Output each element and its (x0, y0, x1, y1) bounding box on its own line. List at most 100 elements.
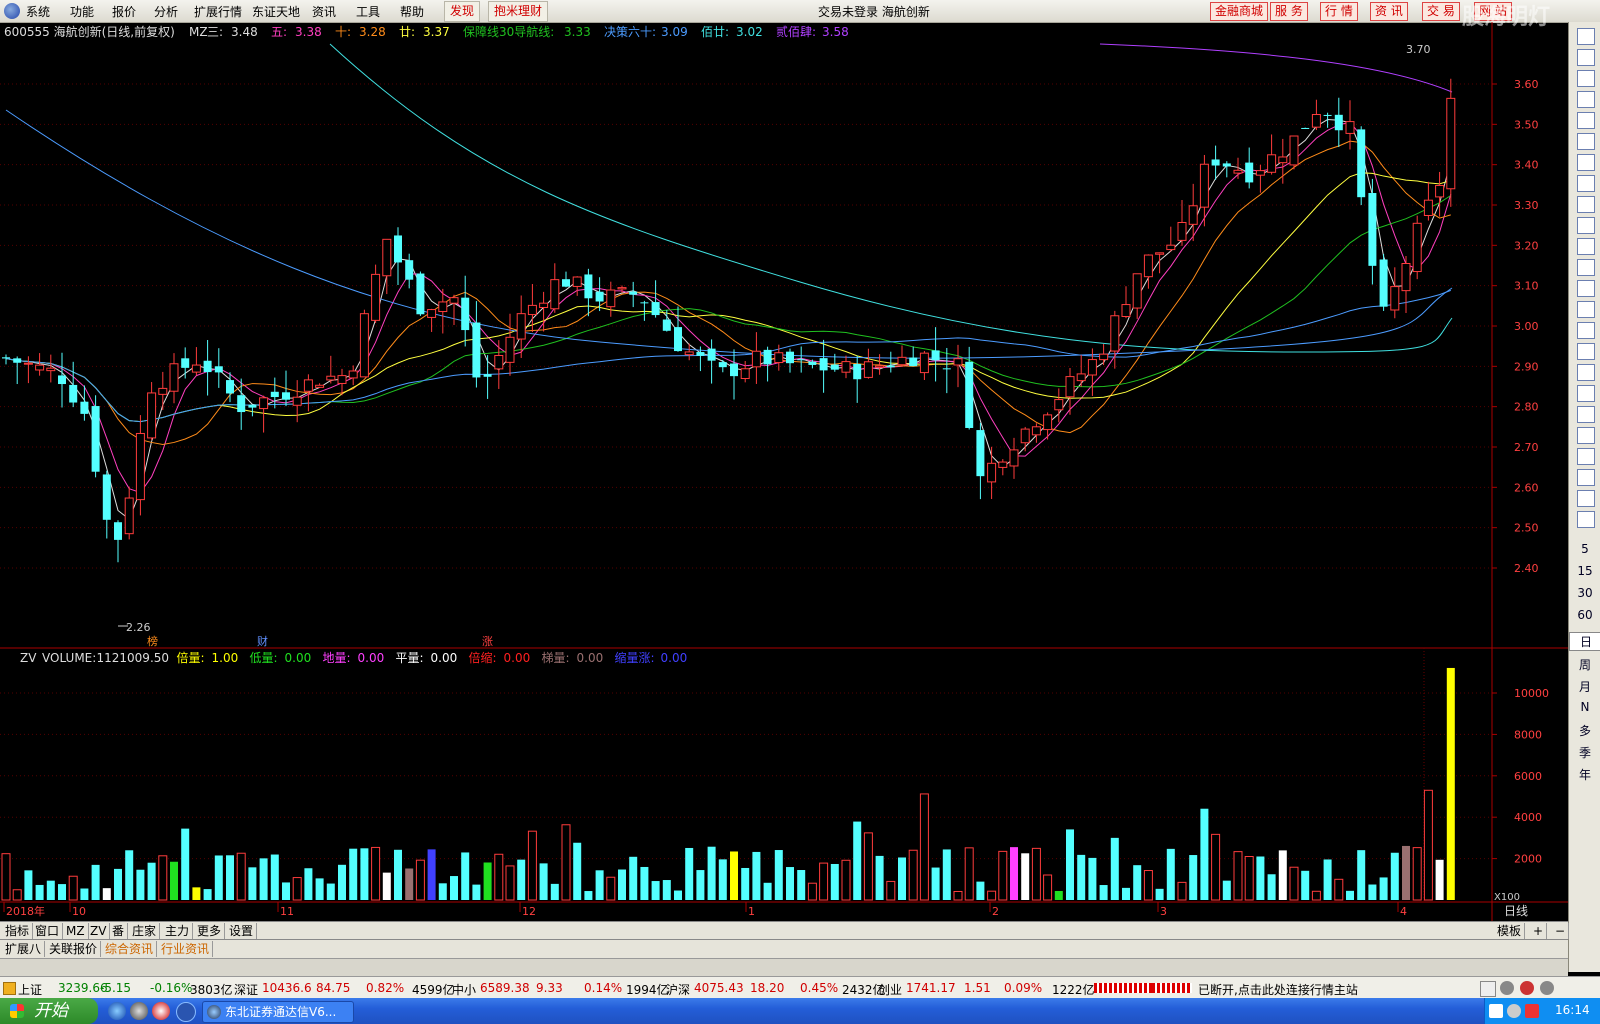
mall-button[interactable]: 金融商城 (1210, 2, 1269, 21)
toolbar-tool-icon[interactable] (1577, 112, 1595, 129)
clock[interactable]: 16:14 (1555, 1003, 1590, 1017)
index-name[interactable]: 深证 (234, 981, 258, 998)
tray-volume-icon[interactable] (1507, 1004, 1521, 1018)
toolbar-tool-icon[interactable] (1577, 406, 1595, 423)
menu-wealth[interactable]: 抱米理财 (488, 1, 549, 22)
tray-network-icon[interactable] (1489, 1004, 1503, 1018)
tab-extended-eight[interactable]: 扩展八 (2, 941, 46, 957)
period-15min[interactable]: 15 (1569, 564, 1600, 578)
toolbar-tool-icon[interactable] (1577, 343, 1595, 360)
menu-help[interactable]: 帮助 (400, 3, 424, 20)
trade-button[interactable]: 交 易 (1422, 2, 1460, 21)
status-toggle-icon[interactable] (1480, 981, 1496, 997)
quicklaunch-icon[interactable] (130, 1002, 148, 1020)
volume-indicator-name[interactable]: ZV (20, 651, 37, 665)
tdx-icon[interactable] (152, 1002, 170, 1020)
toolbar-tool-icon[interactable] (1577, 70, 1595, 87)
show-desktop-icon[interactable] (176, 1002, 196, 1022)
toolbar-tool-icon[interactable] (1577, 196, 1595, 213)
tab-fan[interactable]: 番 (109, 923, 129, 939)
indicator-name[interactable]: MZ (189, 25, 208, 39)
taskbar-app-tdx[interactable]: 东北证券通达信V6... (202, 1001, 354, 1023)
tab-more[interactable]: 更多 (194, 923, 226, 939)
period-year[interactable]: 年 (1569, 766, 1600, 783)
toolbar-tool-icon[interactable] (1577, 217, 1595, 234)
menu-dongzheng[interactable]: 东证天地 (252, 3, 300, 20)
info-button[interactable]: 资 讯 (1370, 2, 1408, 21)
index-name[interactable]: 沪深 (666, 981, 690, 998)
remove-window-button[interactable]: − (1552, 923, 1570, 939)
toolbar-tool-icon[interactable] (1577, 301, 1595, 318)
candle-body (1065, 376, 1075, 398)
toolbar-tool-icon[interactable] (1577, 175, 1595, 192)
service-button[interactable]: 服 务 (1270, 2, 1308, 21)
menu-system[interactable]: 系统 (26, 3, 50, 20)
tab-window[interactable]: 窗口 (32, 923, 64, 939)
menu-extended-market[interactable]: 扩展行情 (194, 3, 242, 20)
period-30min[interactable]: 30 (1569, 586, 1600, 600)
kline-chart[interactable]: 3.60 3.50 3.40 3.30 3.20 3.10 3.00 2.90 2.80 2.70… (0, 22, 1568, 922)
toolbar-tool-icon[interactable] (1577, 154, 1595, 171)
alert-icon[interactable] (1520, 981, 1534, 995)
toolbar-tool-icon[interactable] (1577, 448, 1595, 465)
connection-message[interactable]: 已断开,点击此处连接行情主站 (1198, 981, 1358, 998)
tab-indicator[interactable]: 指标 (2, 923, 34, 939)
index-name[interactable]: 创业 (878, 981, 902, 998)
volume-bar (527, 830, 537, 901)
toolbar-tool-icon[interactable] (1577, 49, 1595, 66)
period-week[interactable]: 周 (1569, 656, 1600, 673)
add-window-button[interactable]: + (1530, 923, 1548, 939)
tab-related-quote[interactable]: 关联报价 (46, 941, 102, 957)
menu-discover[interactable]: 发现 (444, 1, 481, 22)
menu-tools[interactable]: 工具 (356, 3, 380, 20)
menu-function[interactable]: 功能 (70, 3, 94, 20)
menu-analysis[interactable]: 分析 (154, 3, 178, 20)
tab-zv[interactable]: ZV (87, 923, 111, 939)
volume-bar (58, 884, 66, 900)
period-60min[interactable]: 60 (1569, 608, 1600, 622)
ie-icon[interactable] (108, 1002, 126, 1020)
toolbar-tool-icon[interactable] (1577, 490, 1595, 507)
toolbar-tool-icon[interactable] (1577, 511, 1595, 528)
volume-bar (147, 862, 156, 900)
toolbar-tool-icon[interactable] (1577, 469, 1595, 486)
index-name[interactable]: 中小 (452, 981, 476, 998)
toolbar-tool-icon[interactable] (1577, 385, 1595, 402)
toolbar-tool-icon[interactable] (1577, 238, 1595, 255)
candle-body (730, 363, 738, 377)
toolbar-tool-icon[interactable] (1577, 91, 1595, 108)
toolbar-tool-icon[interactable] (1577, 133, 1595, 150)
market-button[interactable]: 行 情 (1320, 2, 1358, 21)
tray-app-icon[interactable] (1525, 1004, 1539, 1018)
toolbar-tool-icon[interactable] (1577, 364, 1595, 381)
toolbar-tool-icon[interactable] (1577, 280, 1595, 297)
template-button[interactable]: 模板 (1494, 923, 1526, 939)
period-label[interactable]: 日线 (1504, 904, 1528, 918)
toolbar-tool-icon[interactable] (1577, 322, 1595, 339)
start-button[interactable]: 开始 (0, 998, 98, 1024)
toolbar-tool-icon[interactable] (1577, 427, 1595, 444)
tab-mz[interactable]: MZ (63, 923, 89, 939)
period-multi[interactable]: 多 (1569, 722, 1600, 739)
volume-legend-value: 1121009.50 (97, 651, 170, 665)
tab-dealer[interactable]: 庄家 (129, 923, 161, 939)
event-tag-rank[interactable]: 榜 (147, 634, 158, 648)
toolbar-tool-icon[interactable] (1577, 28, 1595, 45)
period-month[interactable]: 月 (1569, 678, 1600, 695)
menu-quote[interactable]: 报价 (112, 3, 136, 20)
period-n[interactable]: N (1569, 700, 1600, 714)
settings-icon[interactable] (1540, 981, 1554, 995)
event-tag-finance[interactable]: 财 (257, 634, 268, 648)
toolbar-tool-icon[interactable] (1577, 259, 1595, 276)
tab-main-force[interactable]: 主力 (162, 923, 194, 939)
event-tag-limit-up[interactable]: 涨 (482, 635, 493, 648)
period-day[interactable]: 日 (1569, 632, 1600, 651)
period-5min[interactable]: 5 (1569, 542, 1600, 556)
menu-news[interactable]: 资讯 (312, 3, 336, 20)
tab-industry-news[interactable]: 行业资讯 (158, 941, 214, 957)
period-quarter[interactable]: 季 (1569, 744, 1600, 761)
speaker-icon[interactable] (1500, 981, 1514, 995)
tab-general-news[interactable]: 综合资讯 (102, 941, 158, 957)
index-name[interactable]: 上证 (18, 981, 42, 998)
tab-settings[interactable]: 设置 (226, 923, 258, 939)
